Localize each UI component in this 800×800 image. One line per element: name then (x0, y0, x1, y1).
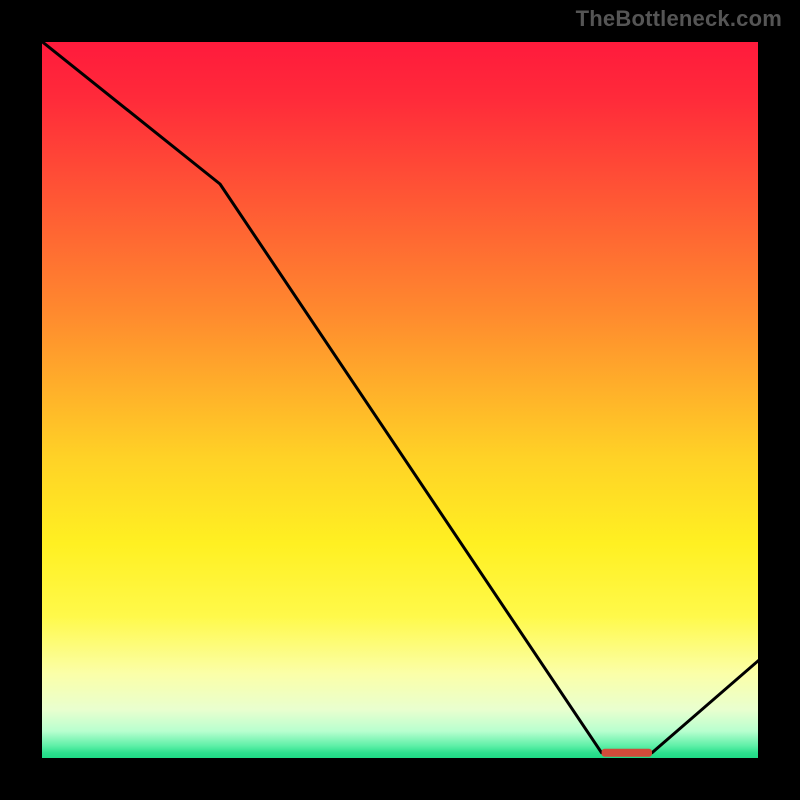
gradient-plot-area (40, 40, 760, 760)
watermark-text: TheBottleneck.com (576, 6, 782, 32)
chart-xlabel (0, 0, 1, 1)
marker-label (0, 0, 1, 1)
chart-ylabel (0, 0, 1, 1)
chart-container: TheBottleneck.com (0, 0, 800, 800)
chart-title (0, 0, 1, 1)
